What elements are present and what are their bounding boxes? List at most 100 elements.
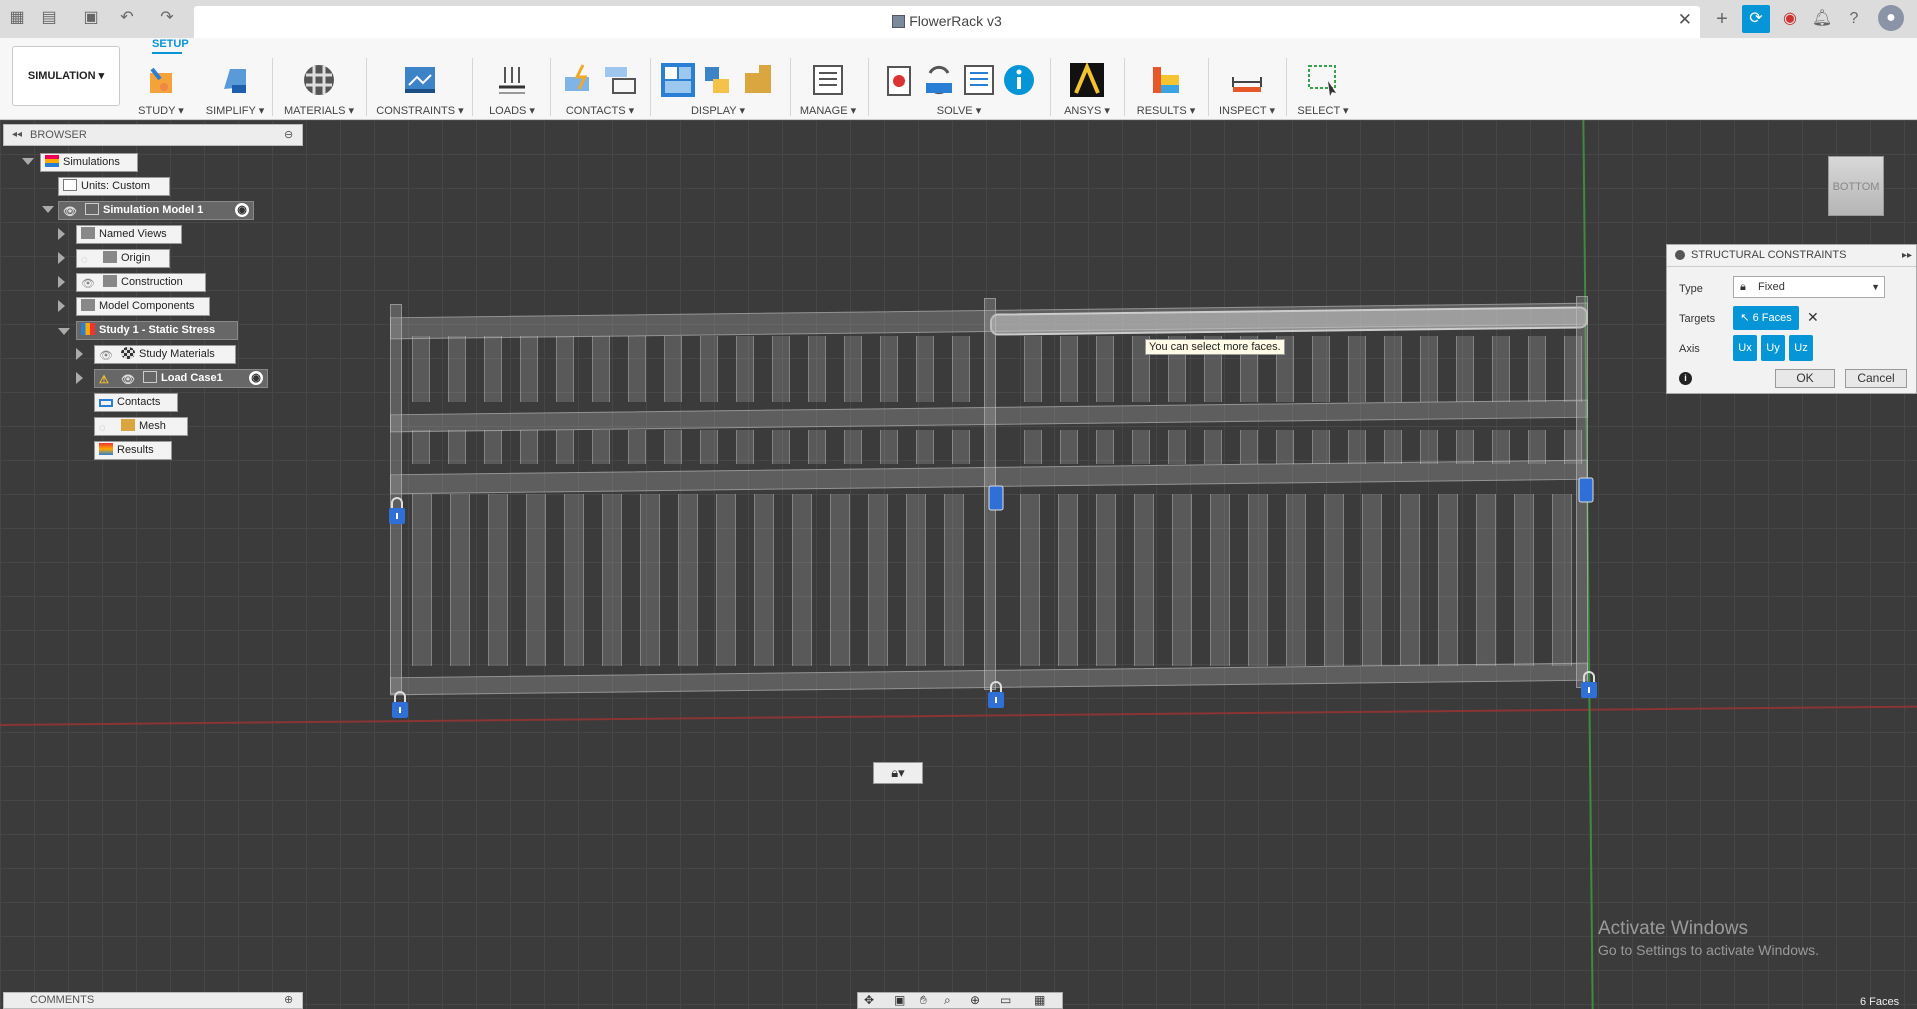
tree-simulation-model[interactable]: 👁︎ Simulation Model 1 ◉ — [58, 201, 254, 220]
tree-study-static-stress[interactable]: Study 1 - Static Stress — [76, 321, 238, 340]
select-group[interactable]: SELECT ▾ — [1292, 60, 1354, 118]
tree-model-components[interactable]: Model Components — [76, 297, 210, 316]
structural-constraints-dialog[interactable]: STRUCTURAL CONSTRAINTS ▸▸ Type 🔒︎ Fixed … — [1666, 244, 1917, 394]
contacts-group[interactable]: CONTACTS ▾ — [558, 60, 642, 118]
activate-radio-icon[interactable]: ◉ — [249, 371, 263, 385]
cancel-button[interactable]: Cancel — [1845, 369, 1907, 388]
constraints-group[interactable]: CONSTRAINTS ▾ — [376, 60, 464, 118]
grid-settings-icon[interactable]: ▦ — [1034, 993, 1045, 1007]
info-icon[interactable]: i — [1679, 372, 1692, 385]
pan-icon[interactable]: ✋︎ — [920, 993, 927, 1008]
undo-icon[interactable]: ↶ — [118, 9, 136, 27]
help-icon[interactable]: ? — [1840, 5, 1868, 33]
fixed-constraint-lock-icon[interactable] — [1579, 670, 1599, 700]
type-select[interactable]: 🔒︎ Fixed ▼ — [1733, 276, 1885, 298]
expand-origin-icon[interactable] — [58, 252, 65, 264]
constraint-lock-widget[interactable]: 🔒︎▾ — [873, 762, 923, 784]
visibility-eye-icon[interactable]: 👁︎ — [121, 372, 135, 386]
axis-ux-toggle[interactable]: Ux — [1733, 335, 1757, 361]
study-group[interactable]: STUDY ▾ — [134, 60, 188, 118]
expand-sim-model-icon[interactable] — [42, 206, 54, 213]
ok-button[interactable]: OK — [1775, 369, 1835, 388]
visibility-eye-icon[interactable]: 👁︎ — [81, 276, 95, 290]
rack-slat — [1134, 494, 1154, 666]
expand-study-icon[interactable] — [58, 328, 70, 335]
expand-simulations-icon[interactable] — [22, 158, 34, 165]
fixed-constraint-lock-icon[interactable] — [387, 496, 407, 526]
workspace-switcher[interactable]: SIMULATION ▾ — [12, 46, 120, 106]
clear-selection-icon[interactable]: ✕ — [1807, 309, 1819, 326]
fixed-constraint-marker-icon[interactable] — [1576, 474, 1596, 504]
fixed-constraint-lock-icon[interactable] — [390, 690, 410, 720]
fixed-constraint-lock-icon[interactable] — [986, 680, 1006, 710]
constraints-icon — [405, 67, 435, 93]
dialog-collapse-icon[interactable] — [1675, 250, 1685, 260]
expand-model-components-icon[interactable] — [58, 300, 65, 312]
visibility-eye-icon[interactable]: 👁︎ — [99, 348, 113, 362]
materials-group[interactable]: MATERIALS ▾ — [282, 60, 356, 118]
rack-slat — [412, 494, 432, 666]
extensions-icon[interactable]: ⟳ — [1742, 5, 1770, 33]
fixed-constraint-marker-icon[interactable] — [986, 482, 1006, 512]
results-group[interactable]: RESULTS ▾ — [1130, 60, 1202, 118]
close-tab-icon[interactable]: ✕ — [1678, 10, 1692, 30]
visibility-eye-icon[interactable]: ◌ — [99, 420, 113, 434]
dialog-expand-icon[interactable]: ▸▸ — [1902, 245, 1912, 266]
tree-results[interactable]: Results — [94, 441, 172, 460]
tree-contacts[interactable]: Contacts — [94, 393, 178, 412]
visibility-eye-icon[interactable]: 👁︎ — [63, 204, 77, 218]
3d-viewport[interactable]: You can select more faces. 🔒︎▾ BOTTOM Ac… — [0, 120, 1917, 1009]
notifications-icon[interactable]: 🔔︎ — [1808, 5, 1836, 33]
activate-radio-icon[interactable]: ◉ — [235, 203, 249, 217]
file-menu-icon[interactable]: ▤ — [40, 9, 58, 27]
tree-simulations[interactable]: Simulations — [40, 153, 138, 172]
manage-group[interactable]: MANAGE ▾ — [798, 60, 858, 118]
new-tab-icon[interactable]: + — [1708, 5, 1736, 33]
redo-icon[interactable]: ↷ — [158, 9, 176, 27]
add-comment-icon[interactable]: ⊕ — [284, 993, 293, 1008]
view-cube[interactable]: BOTTOM — [1828, 156, 1884, 216]
tree-label: Study Materials — [139, 348, 215, 360]
simplify-group[interactable]: SIMPLIFY ▾ — [204, 60, 266, 118]
browser-header[interactable]: ◂◂ BROWSER ⊖ — [3, 124, 303, 146]
panel-pin-icon[interactable]: ⊖ — [284, 125, 293, 145]
save-icon[interactable]: ▣ — [82, 9, 100, 27]
display-settings-icon[interactable]: ▭ — [1000, 993, 1011, 1007]
user-avatar[interactable]: ● — [1878, 5, 1904, 31]
expand-construction-icon[interactable] — [58, 276, 65, 288]
targets-selection-button[interactable]: ↖ 6 Faces — [1733, 306, 1799, 330]
visibility-eye-icon[interactable]: ◌ — [81, 252, 95, 266]
tree-load-case[interactable]: ⚠ 👁︎ Load Case1 ◉ — [94, 369, 268, 388]
orbit-icon[interactable]: ✥ — [864, 993, 874, 1007]
axis-uz-toggle[interactable]: Uz — [1789, 335, 1813, 361]
collapse-panel-icon[interactable]: ◂◂ — [12, 125, 22, 145]
ribbon-separator — [1208, 58, 1209, 116]
tab-setup[interactable]: SETUP — [152, 38, 189, 54]
comments-panel[interactable]: COMMENTS ⊕ — [3, 992, 303, 1009]
tree-study-materials[interactable]: 👁︎ Study Materials — [94, 345, 236, 364]
online-status-icon[interactable]: ◉ — [1776, 5, 1804, 33]
expand-study-materials-icon[interactable] — [76, 348, 83, 360]
ansys-group[interactable]: ANSYS ▾ — [1056, 60, 1118, 118]
select-icon — [1308, 65, 1336, 96]
fit-icon[interactable]: ⊕ — [970, 993, 980, 1007]
display-group[interactable]: DISPLAY ▾ — [656, 60, 780, 118]
tree-construction[interactable]: 👁︎ Construction — [76, 273, 206, 292]
dialog-header[interactable]: STRUCTURAL CONSTRAINTS ▸▸ — [1667, 245, 1916, 267]
expand-load-case-icon[interactable] — [76, 372, 83, 384]
study-label: STUDY ▾ — [138, 105, 184, 117]
rack-slat — [1400, 494, 1420, 666]
inspect-group[interactable]: INSPECT ▾ — [1214, 60, 1280, 118]
solve-group[interactable]: SOLVE ▾ — [874, 60, 1044, 118]
look-at-icon[interactable]: ▣ — [894, 993, 905, 1007]
tree-origin[interactable]: ◌ Origin — [76, 249, 170, 268]
axis-uy-toggle[interactable]: Uy — [1761, 335, 1785, 361]
tree-named-views[interactable]: Named Views — [76, 225, 182, 244]
tree-units[interactable]: Units: Custom — [58, 177, 170, 196]
expand-named-views-icon[interactable] — [58, 228, 65, 240]
tree-mesh[interactable]: ◌ Mesh — [94, 417, 188, 436]
zoom-icon[interactable]: ⌕ — [944, 993, 951, 1008]
document-tab[interactable]: FlowerRack v3 ✕ — [194, 6, 1700, 38]
loads-group[interactable]: LOADS ▾ — [482, 60, 542, 118]
app-grid-icon[interactable]: ▦ — [8, 9, 26, 27]
